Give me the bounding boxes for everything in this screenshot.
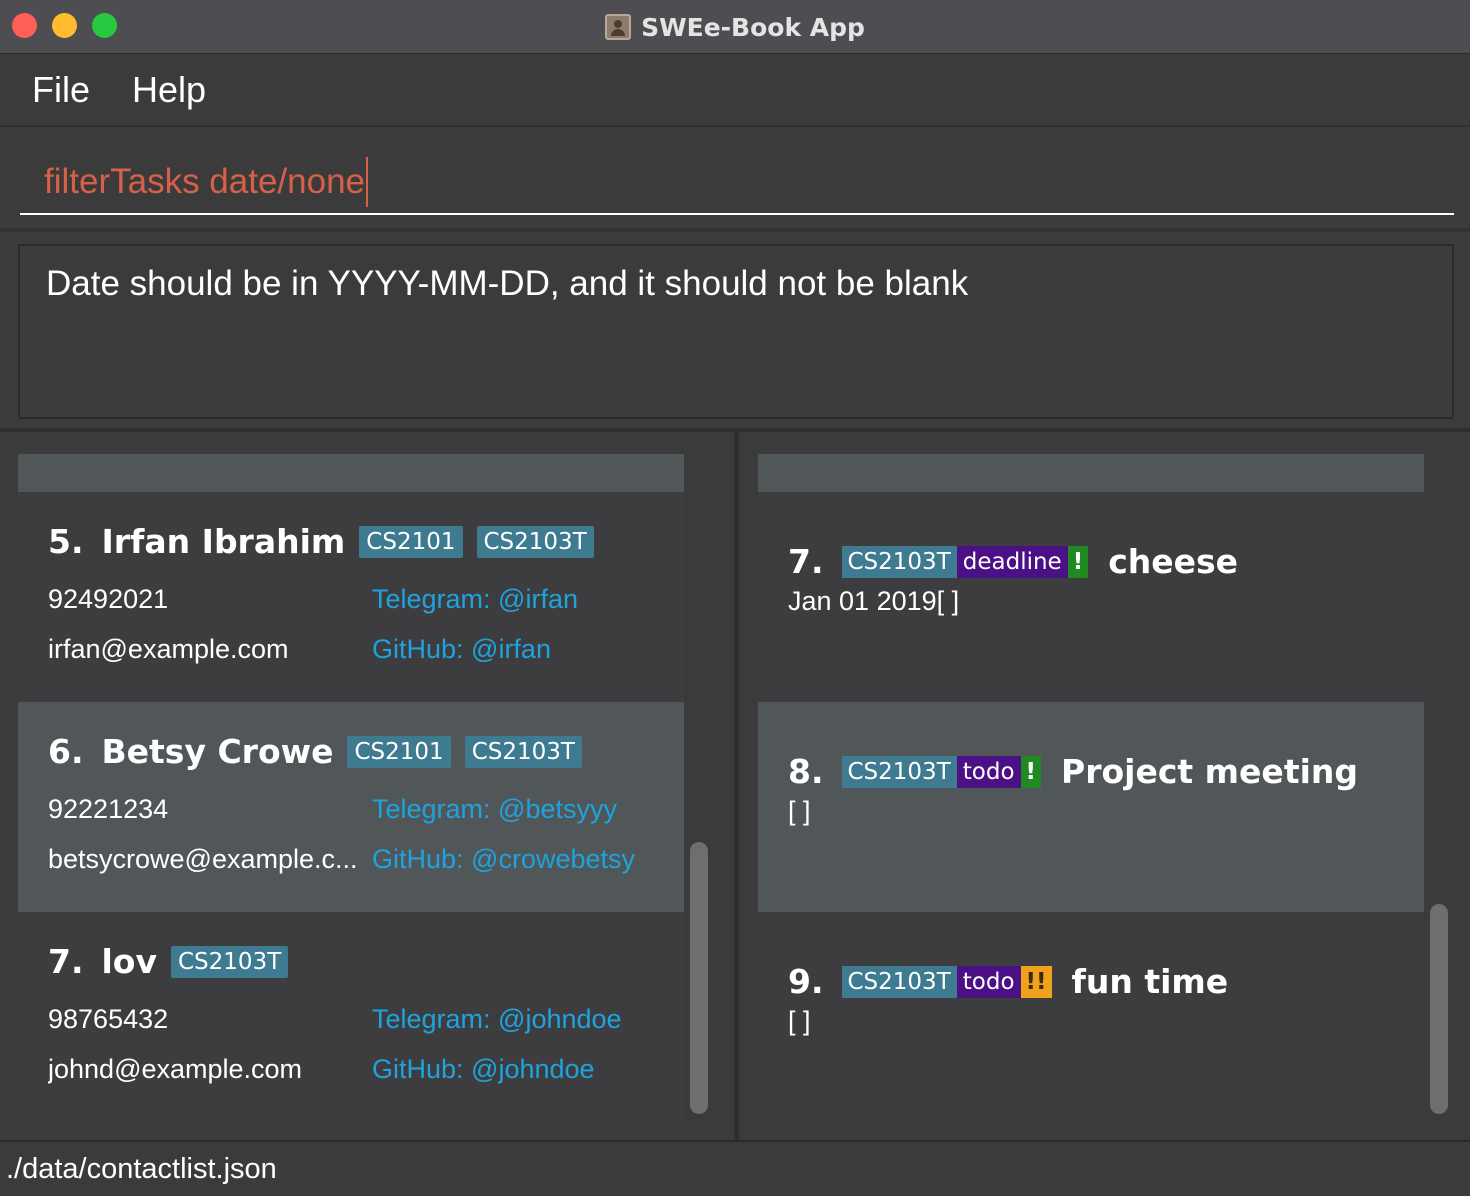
person-index: 6. (48, 732, 84, 771)
menu-bar: File Help (0, 55, 1470, 127)
person-email: johnd@example.com (48, 1054, 303, 1084)
result-display: Date should be in YYYY-MM-DD, and it sho… (18, 244, 1454, 419)
lists-area: 5. Irfan Ibrahim CS2101 CS2103T 92492021… (0, 428, 1470, 1144)
split-pane-divider[interactable] (734, 432, 739, 1144)
task-type-tag: todo (956, 965, 1021, 998)
task-title: fun time (1071, 962, 1229, 1001)
task-title: cheese (1108, 542, 1239, 581)
text-caret (366, 157, 369, 207)
title-wrap: SWEe-Book App (0, 0, 1470, 54)
task-module-tag: CS2103T (841, 755, 957, 788)
task-priority-tag: ! (1020, 755, 1042, 788)
person-list-scrollbar[interactable] (690, 842, 708, 1114)
task-date: [ ] (788, 1006, 811, 1036)
task-card[interactable]: 9. CS2103T todo !! fun time [ ] (758, 912, 1424, 1122)
person-tag: CS2103T (171, 945, 289, 978)
command-box: filterTasks date/none (0, 129, 1470, 226)
window-title: SWEe-Book App (641, 12, 865, 42)
task-type-tag: deadline (956, 545, 1068, 578)
result-display-area: Date should be in YYYY-MM-DD, and it sho… (0, 228, 1470, 428)
task-index: 8. (788, 752, 824, 791)
task-card[interactable]: 7. CS2103T deadline ! cheese Jan 01 2019… (758, 492, 1424, 702)
person-github-link[interactable]: GitHub: @irfan (372, 634, 551, 665)
command-text: filterTasks date/none (44, 162, 366, 201)
person-phone: 92492021 (48, 584, 169, 614)
app-contact-icon (605, 14, 632, 40)
person-name: Irfan Ibrahim (101, 522, 346, 561)
person-card[interactable]: 6. Betsy Crowe CS2101 CS2103T 92221234 b… (18, 702, 684, 912)
person-list[interactable]: 5. Irfan Ibrahim CS2101 CS2103T 92492021… (18, 454, 684, 1122)
person-card[interactable]: 5. Irfan Ibrahim CS2101 CS2103T 92492021… (18, 492, 684, 702)
person-card[interactable]: 7. lov CS2103T 98765432 johnd@example.co… (18, 912, 684, 1122)
task-card-header: 9. CS2103T todo !! fun time (788, 962, 1228, 1001)
person-tag: CS2101 (347, 735, 451, 768)
task-priority-tag: !! (1020, 965, 1052, 998)
task-module-tag: CS2103T (841, 545, 957, 578)
task-index: 7. (788, 542, 824, 581)
person-list-partial-card (18, 454, 684, 492)
command-input[interactable]: filterTasks date/none (20, 151, 1454, 215)
person-email: betsycrowe@example.c... (48, 844, 358, 874)
title-bar: SWEe-Book App (0, 0, 1470, 54)
person-index: 5. (48, 522, 84, 561)
task-list-partial-card (758, 454, 1424, 492)
person-github-link[interactable]: GitHub: @johndoe (372, 1054, 595, 1085)
person-card-header: 6. Betsy Crowe CS2101 CS2103T (48, 732, 582, 771)
person-index: 7. (48, 942, 84, 981)
menu-file[interactable]: File (32, 69, 90, 111)
save-location: ./data/contactlist.json (6, 1152, 277, 1185)
person-github-link[interactable]: GitHub: @crowebetsy (372, 844, 635, 875)
task-date: Jan 01 2019[ ] (788, 586, 960, 616)
task-card-header: 7. CS2103T deadline ! cheese (788, 542, 1238, 581)
person-telegram-link[interactable]: Telegram: @betsyyy (372, 794, 617, 825)
person-phone: 92221234 (48, 794, 169, 824)
person-telegram-link[interactable]: Telegram: @irfan (372, 584, 578, 615)
person-email: irfan@example.com (48, 634, 289, 664)
person-phone: 98765432 (48, 1004, 169, 1034)
person-name: lov (101, 942, 158, 981)
menu-help[interactable]: Help (132, 69, 206, 111)
task-card-header: 8. CS2103T todo ! Project meeting (788, 752, 1358, 791)
task-module-tag: CS2103T (841, 965, 957, 998)
task-title: Project meeting (1061, 752, 1359, 791)
person-card-header: 7. lov CS2103T (48, 942, 289, 981)
task-list-scrollbar[interactable] (1430, 904, 1448, 1114)
task-priority-tag: ! (1067, 545, 1089, 578)
person-tag: CS2101 (359, 525, 463, 558)
task-index: 9. (788, 962, 824, 1001)
task-list[interactable]: 7. CS2103T deadline ! cheese Jan 01 2019… (758, 454, 1424, 1122)
status-bar: ./data/contactlist.json (0, 1140, 1470, 1196)
person-tag: CS2103T (464, 735, 582, 768)
task-date: [ ] (788, 796, 811, 826)
task-card[interactable]: 8. CS2103T todo ! Project meeting [ ] (758, 702, 1424, 912)
person-telegram-link[interactable]: Telegram: @johndoe (372, 1004, 622, 1035)
person-card-header: 5. Irfan Ibrahim CS2101 CS2103T (48, 522, 594, 561)
person-name: Betsy Crowe (101, 732, 334, 771)
person-tag: CS2103T (476, 525, 594, 558)
task-type-tag: todo (956, 755, 1021, 788)
